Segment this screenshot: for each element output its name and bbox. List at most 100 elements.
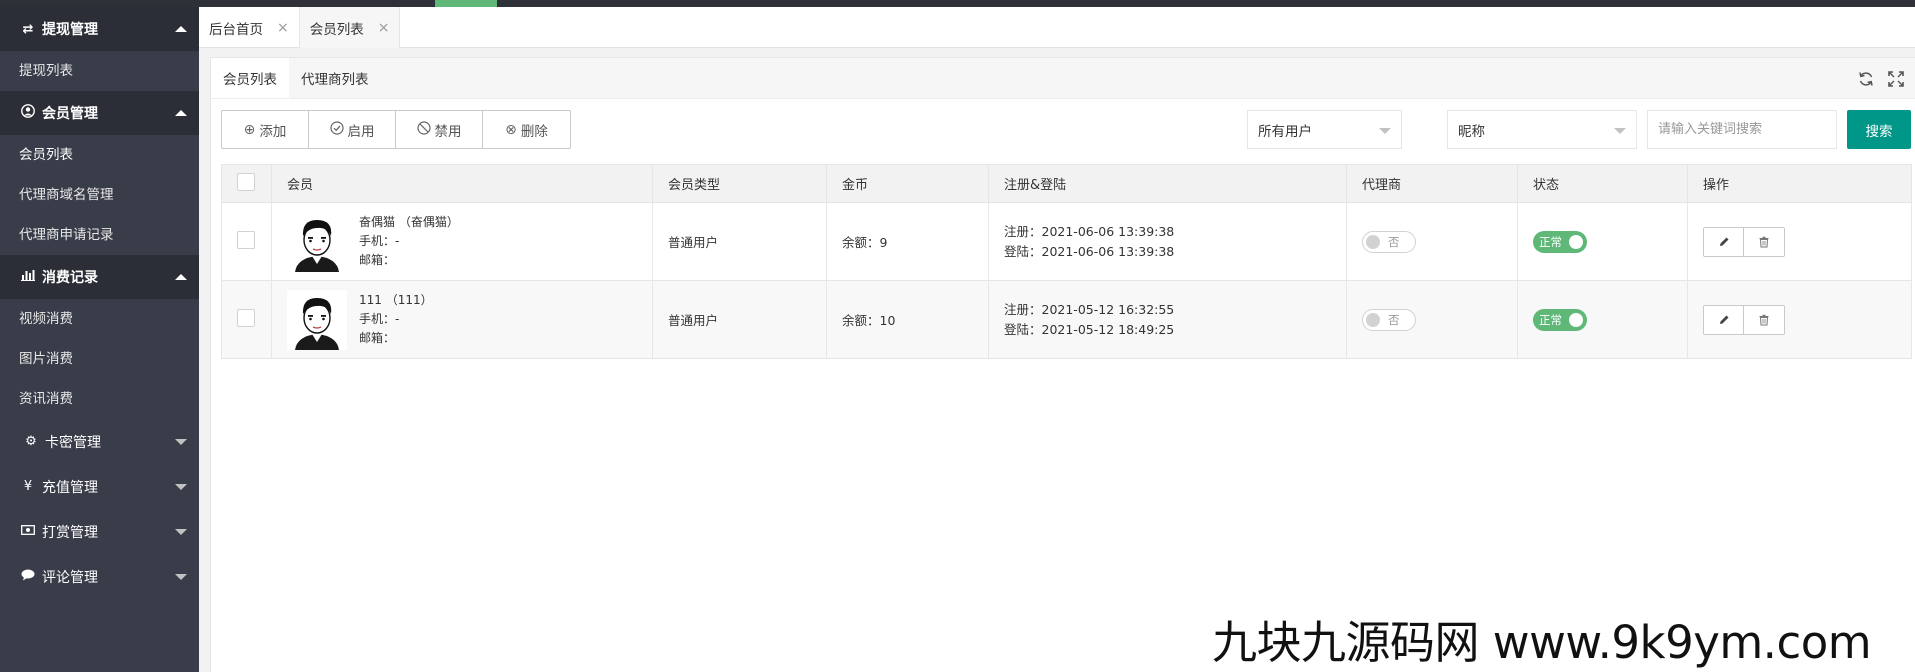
sidebar-group-label: 充值管理 <box>42 479 98 496</box>
toggle-knob <box>1569 312 1583 327</box>
money-icon <box>20 524 36 539</box>
sidebar-item-agent-applications[interactable]: 代理商申请记录 <box>0 215 199 255</box>
pencil-icon <box>1719 237 1728 246</box>
top-bar <box>0 0 1915 7</box>
member-email: 邮箱： <box>359 253 396 267</box>
agent-cell: 否 <box>1346 202 1518 281</box>
sidebar-group-card-keys[interactable]: ⚙ 卡密管理 <box>0 419 199 464</box>
sidebar-group-label: 评论管理 <box>42 569 98 586</box>
coins-cell: 余额：10 <box>826 280 989 359</box>
close-icon[interactable]: × <box>277 20 289 36</box>
subtab-member-list[interactable]: 会员列表 <box>211 58 289 98</box>
subtab-agent-list[interactable]: 代理商列表 <box>289 58 381 98</box>
tab-label: 后台首页 <box>209 21 263 38</box>
add-button-label: 添加 <box>259 123 287 140</box>
chevron-up-icon <box>175 26 187 32</box>
delete-row-button[interactable] <box>1744 305 1784 334</box>
sidebar-group-withdraw[interactable]: ⇄ 提现管理 <box>0 7 199 51</box>
check-circle-icon <box>329 120 344 139</box>
agent-toggle[interactable]: 否 <box>1362 308 1416 331</box>
transfer-icon: ⇄ <box>22 21 34 37</box>
enable-button[interactable]: 启用 <box>309 111 396 148</box>
sidebar-group-recharge[interactable]: ¥ 充值管理 <box>0 464 199 509</box>
tab-home[interactable]: 后台首页 × <box>199 7 300 48</box>
comment-icon <box>20 569 36 585</box>
sidebar-group-members[interactable]: 会员管理 <box>0 91 199 135</box>
member-cell: 奋偶猫 （奋偶猫） 手机：- 邮箱： <box>271 202 653 281</box>
watermark: 九块九源码网 www.9k9ym.com <box>1212 616 1872 669</box>
operations-cell <box>1687 280 1912 359</box>
column-header: 会员 <box>271 164 653 203</box>
search-field-select-value: 昵称 <box>1458 123 1485 140</box>
close-circle-icon: ⊗ <box>505 121 517 138</box>
status-toggle[interactable]: 正常 <box>1533 308 1587 331</box>
status-toggle-label: 正常 <box>1539 234 1562 249</box>
member-phone: 手机：- <box>359 234 400 248</box>
user-circle-icon <box>20 104 36 122</box>
edit-button[interactable] <box>1704 227 1744 256</box>
row-checkbox[interactable] <box>237 231 255 249</box>
subtab-tools <box>1857 58 1905 99</box>
row-select-cell <box>221 202 272 281</box>
search-field-select[interactable]: 昵称 <box>1447 110 1637 149</box>
chevron-down-icon <box>1614 128 1626 134</box>
register-time: 注册：2021-06-06 13:39:38 <box>1004 223 1175 239</box>
sidebar-item-video-consumption[interactable]: 视频消费 <box>0 299 199 339</box>
trash-icon <box>1759 236 1769 247</box>
member-name: 111 （111） <box>359 293 433 307</box>
sidebar-group-label: 卡密管理 <box>45 434 101 451</box>
add-button[interactable]: ⊕ 添加 <box>222 111 309 148</box>
login-time: 登陆：2021-06-06 13:39:38 <box>1004 243 1175 259</box>
operations-cell <box>1687 202 1912 281</box>
agent-toggle-label: 否 <box>1388 234 1400 249</box>
select-all-cell <box>221 164 272 203</box>
main-card: 会员列表 代理商列表 ⊕ 添加 启用 禁用 ⊗ 删除 所有用户 昵称 请输入关键… <box>210 57 1915 672</box>
search-input[interactable] <box>1647 110 1837 149</box>
delete-button-label: 删除 <box>520 123 548 140</box>
sidebar-group-consumption[interactable]: 消费记录 <box>0 255 199 299</box>
table-row: 奋偶猫 （奋偶猫） 手机：- 邮箱： 普通用户 余额：9 注册：2021-06-… <box>221 202 1912 281</box>
status-toggle[interactable]: 正常 <box>1533 230 1587 253</box>
toggle-knob <box>1366 234 1380 249</box>
chevron-down-icon <box>175 528 187 535</box>
delete-row-button[interactable] <box>1744 227 1784 256</box>
toggle-knob <box>1366 312 1380 327</box>
enable-button-label: 启用 <box>347 123 375 140</box>
tab-label: 会员列表 <box>309 21 364 38</box>
gear-icon: ⚙ <box>25 434 37 449</box>
top-bar-accent <box>435 0 497 7</box>
avatar[interactable] <box>287 211 347 272</box>
member-type-cell: 普通用户 <box>652 280 827 359</box>
sub-tabs: 会员列表 代理商列表 <box>211 58 1915 99</box>
close-icon[interactable]: × <box>378 20 390 36</box>
fullscreen-icon[interactable] <box>1887 70 1905 88</box>
agent-toggle[interactable]: 否 <box>1362 230 1416 253</box>
table-row: 111 （111） 手机：- 邮箱： 普通用户 余额：10 注册：2021-05… <box>221 280 1912 359</box>
chevron-up-icon <box>175 274 187 280</box>
search-button[interactable]: 搜索 <box>1847 110 1911 149</box>
disable-button[interactable]: 禁用 <box>396 111 483 148</box>
sidebar-group-tips[interactable]: 打赏管理 <box>0 509 199 554</box>
delete-button[interactable]: ⊗ 删除 <box>483 111 570 148</box>
table-header-row: 会员 会员类型 金币 注册&登陆 代理商 状态 操作 <box>221 164 1912 203</box>
refresh-icon[interactable] <box>1857 70 1875 88</box>
avatar[interactable] <box>287 289 347 350</box>
sidebar-item-agent-domains[interactable]: 代理商域名管理 <box>0 175 199 215</box>
sidebar-group-label: 消费记录 <box>42 270 98 286</box>
select-all-checkbox[interactable] <box>237 172 255 191</box>
sidebar-group-comments[interactable]: 评论管理 <box>0 554 199 599</box>
plus-circle-icon: ⊕ <box>243 121 256 138</box>
edit-button[interactable] <box>1704 305 1744 334</box>
disable-button-label: 禁用 <box>434 123 462 140</box>
sidebar-item-image-consumption[interactable]: 图片消费 <box>0 339 199 379</box>
member-name: 奋偶猫 （奋偶猫） <box>359 215 459 229</box>
sidebar-item-member-list[interactable]: 会员列表 <box>0 135 199 175</box>
tab-member-list[interactable]: 会员列表 × <box>299 7 401 48</box>
row-checkbox[interactable] <box>237 309 255 327</box>
agent-toggle-label: 否 <box>1388 312 1400 327</box>
sidebar-item-news-consumption[interactable]: 资讯消费 <box>0 379 199 419</box>
sidebar-item-withdraw-list[interactable]: 提现列表 <box>0 51 199 91</box>
user-type-select[interactable]: 所有用户 <box>1247 110 1402 149</box>
column-header: 代理商 <box>1346 164 1518 203</box>
chevron-down-icon <box>175 483 187 490</box>
